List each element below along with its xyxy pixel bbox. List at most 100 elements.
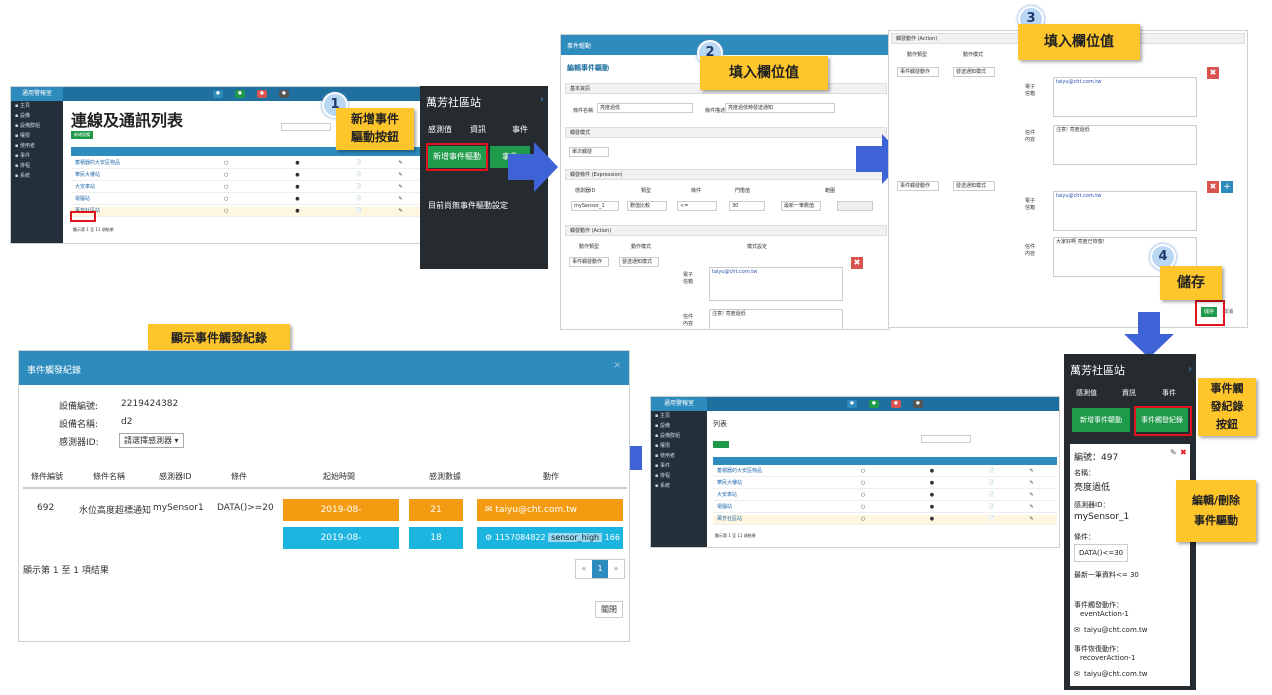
row-cell-icon[interactable]: 📄	[988, 491, 994, 500]
row-label[interactable]: 蓄積器的大安區物品	[713, 468, 762, 474]
row-cell-icon[interactable]: ✎	[1029, 491, 1033, 500]
table-row[interactable]: 電腦站 ○ ● 📄 ✎	[713, 503, 1057, 513]
threshold-input[interactable]: 30	[729, 201, 765, 211]
sidebar-item[interactable]: ▪ 排程	[11, 161, 63, 171]
content-textarea[interactable]: 注意! 亮度過低	[709, 309, 843, 329]
row-cell-icon[interactable]: 📄	[356, 159, 362, 168]
delete-icon[interactable]: ✖	[851, 257, 863, 269]
row-label[interactable]: 蓄積器的大安區物品	[71, 160, 120, 166]
act-mode-select[interactable]: 發送通知模式	[953, 181, 995, 191]
name-input[interactable]: 亮度過低	[597, 103, 693, 113]
close-icon[interactable]: ✕	[613, 361, 621, 371]
act-mode-select[interactable]: 發送通知模式	[953, 67, 995, 77]
row-cell-icon[interactable]: ✎	[399, 159, 403, 168]
email-textarea[interactable]: taiyu@cht.com.tw	[1053, 191, 1197, 231]
act-type-select[interactable]: 事件觸發動作	[897, 67, 939, 77]
desc-input[interactable]: 亮度過低時發送通知	[725, 103, 835, 113]
tab-event[interactable]: 事件	[512, 124, 528, 135]
sidebar-item[interactable]: ▪ 排程	[651, 471, 707, 481]
row-label[interactable]: 大安車站	[71, 184, 95, 190]
table-row[interactable]: 華民大樓站 ○ ● 📄 ✎	[71, 171, 427, 181]
prev-page-button[interactable]: «	[576, 560, 592, 578]
row-label[interactable]: 電腦站	[71, 196, 90, 202]
search-input[interactable]	[281, 123, 331, 131]
row-label[interactable]: 大安車站	[713, 492, 737, 498]
table-row[interactable]: 蓄積器的大安區物品 ○ ● 📄 ✎	[713, 467, 1057, 477]
tab-info[interactable]: 資訊	[470, 124, 486, 135]
search-input[interactable]	[921, 435, 971, 443]
sidebar-item[interactable]: ▪ 設備	[651, 421, 707, 431]
add-device-button[interactable]: 新增設備	[71, 131, 93, 139]
table-row[interactable]: 大安車站 ○ ● 📄 ✎	[71, 183, 427, 193]
mode-select[interactable]: 單次觸發	[569, 147, 609, 157]
act-type-select[interactable]: 事件觸發動作	[897, 181, 939, 191]
add-device-button[interactable]	[713, 441, 729, 448]
sidebar-item[interactable]: ▪ 系統	[651, 481, 707, 491]
tab-info[interactable]: 資訊	[1122, 388, 1136, 398]
row-cell-icon[interactable]: 📄	[988, 515, 994, 524]
row-cell-icon[interactable]: 📄	[356, 207, 362, 216]
row-cell-icon[interactable]: 📄	[988, 503, 994, 512]
range-select[interactable]: 最新一筆數值	[781, 201, 821, 211]
row-cell-icon[interactable]: ✎	[399, 195, 403, 204]
delete-icon[interactable]: ✖	[1207, 181, 1219, 193]
table-row[interactable]: 蓄積器的大安區物品 ○ ● 📄 ✎	[71, 159, 427, 169]
sidebar-item[interactable]: ▪ 主頁	[11, 101, 63, 111]
sidebar-item[interactable]: ▪ 主頁	[651, 411, 707, 421]
close-button[interactable]: 關閉	[595, 601, 623, 618]
row-cell-icon[interactable]: ✎	[1029, 467, 1033, 476]
delete-icon[interactable]: ✖	[1207, 67, 1219, 79]
sidebar-item[interactable]: ▪ 設備	[11, 111, 63, 121]
sensor-select[interactable]: mySensor_1	[571, 201, 619, 211]
sidebar-item[interactable]: ▪ 使用者	[651, 451, 707, 461]
row-cell-icon[interactable]: ✎	[399, 183, 403, 192]
next-page-button[interactable]: »	[608, 560, 624, 578]
row-cell-icon[interactable]: 📄	[988, 467, 994, 476]
table-row[interactable]: 大安車站 ○ ● 📄 ✎	[713, 491, 1057, 501]
act-type-select[interactable]: 事件觸發動作	[569, 257, 609, 267]
sidebar-item[interactable]: ▪ 事件	[651, 461, 707, 471]
delete-icon[interactable]: ✖	[1180, 448, 1187, 457]
table-row[interactable]: 萬芳社區站 ○ ● 📄 ✎	[713, 515, 1057, 525]
email-textarea[interactable]: taiyu@cht.com.tw	[709, 267, 843, 301]
type-select[interactable]: 數值比較	[627, 201, 667, 211]
row-cell-icon[interactable]: ✎	[1029, 515, 1033, 524]
chevron-right-icon[interactable]: ›	[1188, 364, 1192, 375]
row-cell-icon[interactable]: ✎	[1029, 503, 1033, 512]
row-cell-icon[interactable]: 📄	[988, 479, 994, 488]
email-textarea[interactable]: taiyu@cht.com.tw	[1053, 77, 1197, 117]
table-row[interactable]: 電腦站 ○ ● 📄 ✎	[71, 195, 427, 205]
row-cell-icon[interactable]: ✎	[399, 207, 403, 216]
sidebar-item[interactable]: ▪ 系統	[11, 171, 63, 181]
page-1-button[interactable]: 1	[592, 560, 608, 578]
sidebar-item[interactable]: ▪ 使用者	[11, 141, 63, 151]
add-icon[interactable]: +	[1221, 181, 1233, 193]
table-row[interactable]: 華民大樓站 ○ ● 📄 ✎	[713, 479, 1057, 489]
sidebar-item[interactable]: ▪ 權限	[651, 441, 707, 451]
row-cell-icon[interactable]: ✎	[399, 171, 403, 180]
tab-sensor[interactable]: 感測值	[428, 124, 452, 135]
row-cell-icon[interactable]: 📄	[356, 171, 362, 180]
row-label[interactable]: 華民大樓站	[71, 172, 100, 178]
act-mode-select[interactable]: 發送通知模式	[619, 257, 659, 267]
chevron-right-icon[interactable]: ›	[540, 94, 544, 105]
sensor-select[interactable]: 請選擇感測器 ▾	[119, 433, 184, 448]
row-label[interactable]: 電腦站	[713, 504, 732, 510]
sidebar-item[interactable]: ▪ 設備群組	[11, 121, 63, 131]
row-label[interactable]: 華民大樓站	[713, 480, 742, 486]
add-event-button[interactable]: 新增事件驅動	[1072, 408, 1130, 432]
range-input[interactable]	[837, 201, 873, 211]
op-select[interactable]: <=	[677, 201, 717, 211]
row-cell-icon[interactable]: 📄	[356, 183, 362, 192]
tab-event[interactable]: 事件	[1162, 388, 1176, 398]
content-textarea[interactable]: 注意! 亮度過低	[1053, 125, 1197, 165]
row-label[interactable]: 萬芳社區站	[713, 516, 742, 522]
row-cell-icon[interactable]: 📄	[356, 195, 362, 204]
sidebar-item[interactable]: ▪ 事件	[11, 151, 63, 161]
row-cell-icon[interactable]: ✎	[1029, 479, 1033, 488]
tab-sensor[interactable]: 感測值	[1076, 388, 1097, 398]
table-row[interactable]: 萬芳社區站 ○ ● 📄 ✎	[71, 207, 427, 217]
sidebar-item[interactable]: ▪ 設備群組	[651, 431, 707, 441]
edit-icon[interactable]: ✎	[1170, 448, 1177, 457]
sidebar-item[interactable]: ▪ 權限	[11, 131, 63, 141]
